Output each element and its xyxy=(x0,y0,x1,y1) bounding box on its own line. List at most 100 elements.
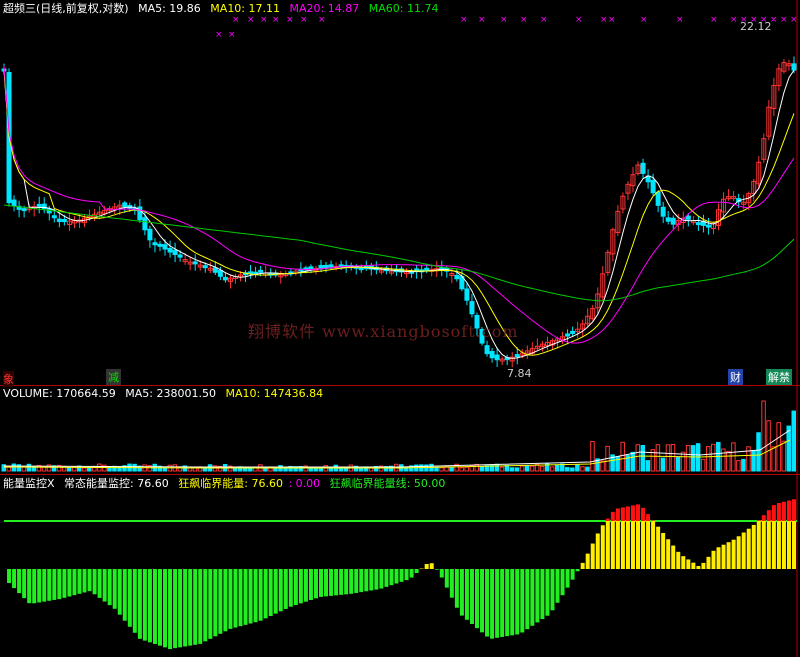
energy-bar-negative xyxy=(520,569,525,633)
signal-mark: × xyxy=(260,15,268,25)
energy-header: 能量监控X 常态能量监控: 76.60 狂飙临界能量: 76.60 : 0.00… xyxy=(3,477,451,491)
candle-body xyxy=(570,330,576,334)
volume-bar xyxy=(640,445,646,472)
energy-bar-negative xyxy=(102,569,107,602)
volume-ma5-readout: MA5: 238001.50 xyxy=(125,387,216,400)
energy-bar-positive xyxy=(771,521,776,569)
volume-bar xyxy=(736,460,741,472)
energy-bar-negative xyxy=(293,569,298,606)
energy-bar-negative xyxy=(469,569,474,624)
energy-bar-negative xyxy=(233,569,238,628)
candle-body xyxy=(705,224,711,228)
candle-body xyxy=(670,217,676,225)
volume-bar xyxy=(791,410,796,472)
energy-bar-negative xyxy=(263,569,268,619)
energy-bar-negative xyxy=(349,569,354,594)
ma10-line xyxy=(3,69,795,356)
energy-bar-over xyxy=(636,504,641,521)
energy-bar-positive xyxy=(676,551,681,569)
energy-bar-positive xyxy=(716,547,721,569)
price-header: 超频三(日线,前复权,对数) MA5: 19.86 MA10: 17.11 MA… xyxy=(3,2,444,16)
signal-mark: × xyxy=(600,15,608,25)
energy-bar-positive xyxy=(696,565,701,569)
marker-jiejin[interactable]: 解禁 xyxy=(766,369,792,385)
energy-bar-negative xyxy=(454,569,459,608)
signal-mark: × xyxy=(232,15,240,25)
energy-bar-negative xyxy=(369,569,374,591)
energy-bar-negative xyxy=(389,569,394,586)
energy-bar-negative xyxy=(37,569,42,603)
volume-bar xyxy=(665,444,671,472)
marker-jian[interactable]: 减 xyxy=(106,369,121,385)
volume-bar xyxy=(570,467,575,472)
candle-body xyxy=(36,203,42,207)
energy-bar-negative xyxy=(152,569,157,644)
energy-bar-negative xyxy=(193,569,198,645)
energy-bar-positive xyxy=(661,532,666,569)
signal-mark: × xyxy=(272,15,280,25)
energy-bar-negative xyxy=(27,569,32,604)
energy-bar-negative xyxy=(117,569,122,615)
crazy-energy-sub-readout: : 0.00 xyxy=(288,477,321,490)
energy-bar-negative xyxy=(364,569,369,592)
energy-bar-over xyxy=(620,507,625,521)
energy-bar-negative xyxy=(168,569,173,649)
crazy-energy-readout: 狂飙临界能量: 76.60 xyxy=(178,477,283,490)
candle-body xyxy=(791,63,797,71)
energy-bar-negative xyxy=(535,569,540,623)
energy-bar-negative xyxy=(560,569,565,596)
energy-bar-positive xyxy=(620,521,625,569)
signal-mark: × xyxy=(710,15,718,25)
energy-bar-negative xyxy=(565,569,570,588)
energy-bar-negative xyxy=(17,569,22,594)
candle-body xyxy=(212,267,218,273)
volume-bar xyxy=(751,450,756,472)
volume-bar xyxy=(675,456,681,472)
volume-bar xyxy=(620,441,625,472)
energy-bar-negative xyxy=(137,569,142,639)
energy-bar-negative xyxy=(127,569,132,627)
candle-body xyxy=(61,219,67,223)
energy-bar-positive xyxy=(776,521,781,569)
volume-bar xyxy=(635,444,641,472)
ma5-line xyxy=(3,69,795,359)
volume-bar xyxy=(685,445,691,472)
volume-bar xyxy=(539,465,545,472)
energy-bar-positive xyxy=(630,521,635,569)
energy-bar-negative xyxy=(87,569,92,592)
signal-mark: × xyxy=(608,15,616,25)
energy-bar-negative xyxy=(188,569,193,646)
energy-bar-over xyxy=(651,520,656,521)
volume-bar xyxy=(464,466,469,472)
energy-bar-negative xyxy=(570,569,575,580)
energy-bar-positive xyxy=(781,521,786,569)
energy-bar-negative xyxy=(550,569,555,611)
candle-body xyxy=(464,288,470,301)
energy-bar-negative xyxy=(409,569,414,578)
volume-bar xyxy=(549,466,555,472)
volume-bar xyxy=(66,466,72,472)
signal-mark: × xyxy=(215,30,223,40)
marker-cai[interactable]: 财 xyxy=(728,369,743,385)
candle-body xyxy=(11,199,17,207)
candle-body xyxy=(202,265,208,269)
signal-mark: × xyxy=(540,15,548,25)
energy-bar-positive xyxy=(429,563,434,569)
candle-body xyxy=(655,191,661,206)
energy-bar-positive xyxy=(746,528,751,569)
energy-bar-negative xyxy=(173,569,178,649)
candle-body xyxy=(469,301,475,315)
energy-bar-negative xyxy=(268,569,273,617)
energy-bar-negative xyxy=(228,569,233,629)
candle-body xyxy=(454,274,460,280)
stock-title: 超频三(日线,前复权,对数) xyxy=(3,2,129,15)
energy-bar-negative xyxy=(183,569,188,647)
energy-bar-negative xyxy=(354,569,359,593)
signal-mark: × xyxy=(676,15,684,25)
marker-left[interactable]: 象 xyxy=(3,371,14,387)
volume-bar xyxy=(741,458,746,472)
volume-bar xyxy=(499,466,505,472)
volume-bar xyxy=(670,444,676,472)
candle-body xyxy=(318,265,324,269)
energy-bar-negative xyxy=(157,569,162,646)
